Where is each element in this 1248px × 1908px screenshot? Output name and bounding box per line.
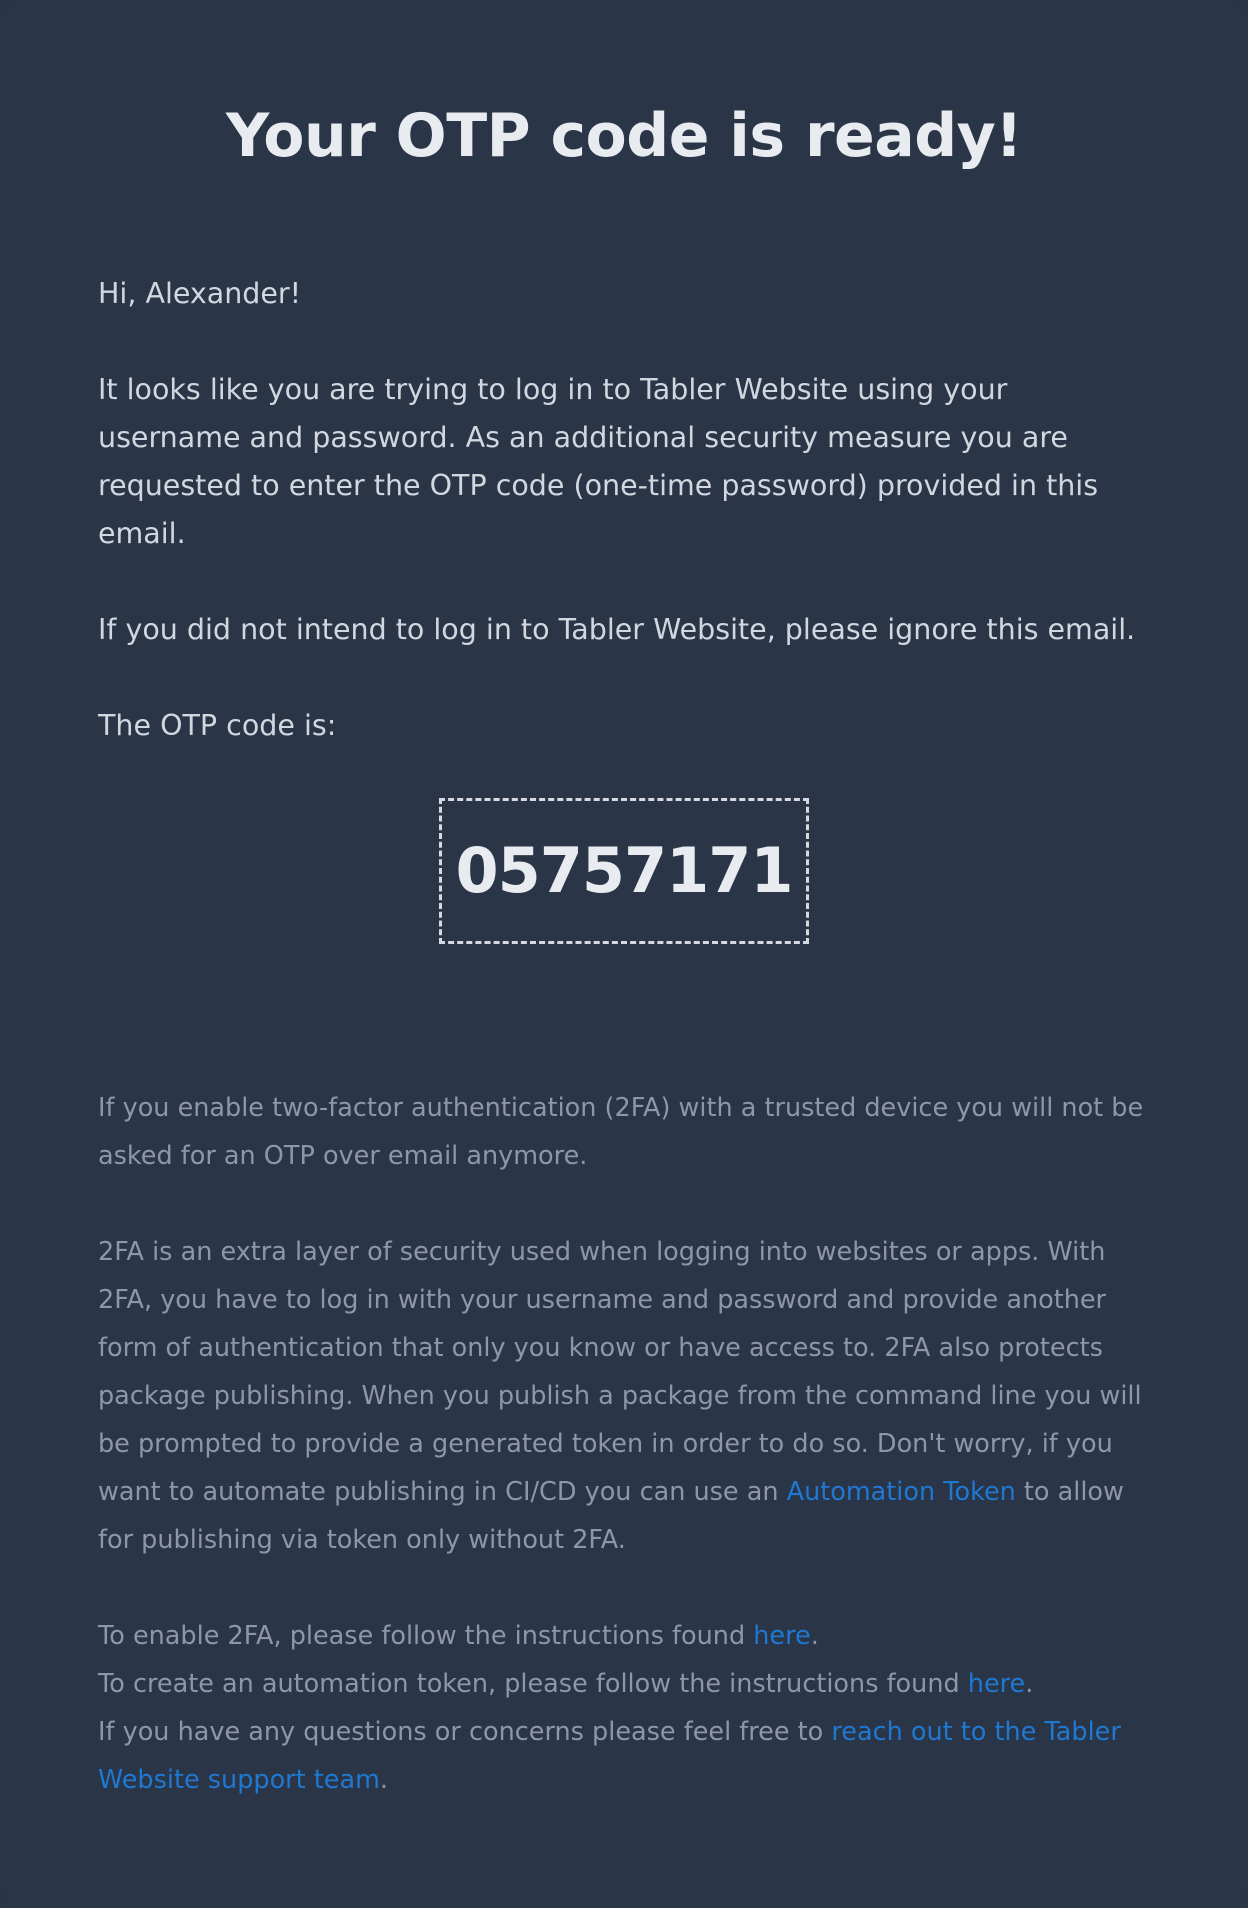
create-token-link[interactable]: here [968, 1669, 1025, 1699]
automation-token-link[interactable]: Automation Token [787, 1477, 1016, 1507]
twofa-explainer: 2FA is an extra layer of security used w… [98, 1228, 1150, 1564]
ignore-notice: If you did not intend to log in to Table… [98, 613, 1136, 646]
questions-text: If you have any questions or concerns pl… [98, 1717, 832, 1747]
otp-code-label: The OTP code is: [98, 709, 337, 742]
period: . [379, 1765, 389, 1795]
otp-code: 05757171 [439, 798, 809, 944]
help-links: To enable 2FA, please follow the instruc… [98, 1612, 1150, 1804]
period: . [810, 1621, 819, 1651]
greeting-text: Hi, Alexander! [98, 277, 302, 310]
enable-2fa-text: To enable 2FA, please follow the instruc… [98, 1621, 754, 1651]
twofa-notice: If you enable two-factor authentication … [98, 1093, 1144, 1171]
email-title: Your OTP code is ready! [225, 101, 1023, 171]
create-token-text: To create an automation token, please fo… [98, 1669, 968, 1699]
intro-paragraph: It looks like you are trying to log in t… [98, 373, 1099, 550]
email-card: Your OTP code is ready! Hi, Alexander! I… [0, 0, 1248, 1908]
twofa-explainer-text: 2FA is an extra layer of security used w… [98, 1237, 1142, 1507]
enable-2fa-link[interactable]: here [753, 1621, 810, 1651]
period: . [1025, 1669, 1034, 1699]
otp-code-container: 05757171 [98, 798, 1150, 944]
